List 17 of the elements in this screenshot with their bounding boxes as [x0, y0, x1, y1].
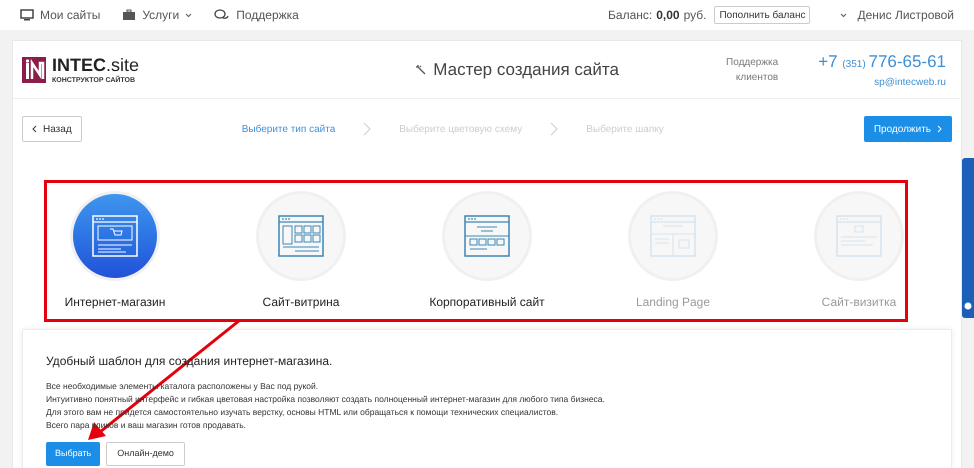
- site-type-option[interactable]: Сайт-витрина: [256, 191, 346, 311]
- logo-name: INTEC.site: [52, 56, 140, 74]
- site-type-option[interactable]: Интернет-магазин: [64, 191, 166, 311]
- currency-label: руб.: [684, 7, 706, 24]
- support-label: Поддержка клиентов: [725, 56, 778, 84]
- nav-link[interactable]: Поддержка: [214, 6, 299, 24]
- phone-number: +7 (351) 776-65-61: [818, 51, 946, 73]
- user-menu[interactable]: Денис Листровой: [840, 6, 954, 24]
- wizard-title: Мастер создания сайта: [433, 58, 619, 81]
- balance-label: Баланс:: [608, 7, 652, 24]
- balance-value: 0,00: [656, 7, 680, 24]
- demo-button[interactable]: Онлайн-демо: [106, 442, 185, 466]
- back-button[interactable]: Назад: [22, 116, 82, 142]
- top-up-button[interactable]: Пополнить баланс: [714, 6, 810, 24]
- nav-link[interactable]: Услуги: [122, 6, 192, 24]
- site-type-option[interactable]: Корпоративный сайт: [429, 191, 545, 311]
- nav-link[interactable]: Мои сайты: [20, 6, 100, 24]
